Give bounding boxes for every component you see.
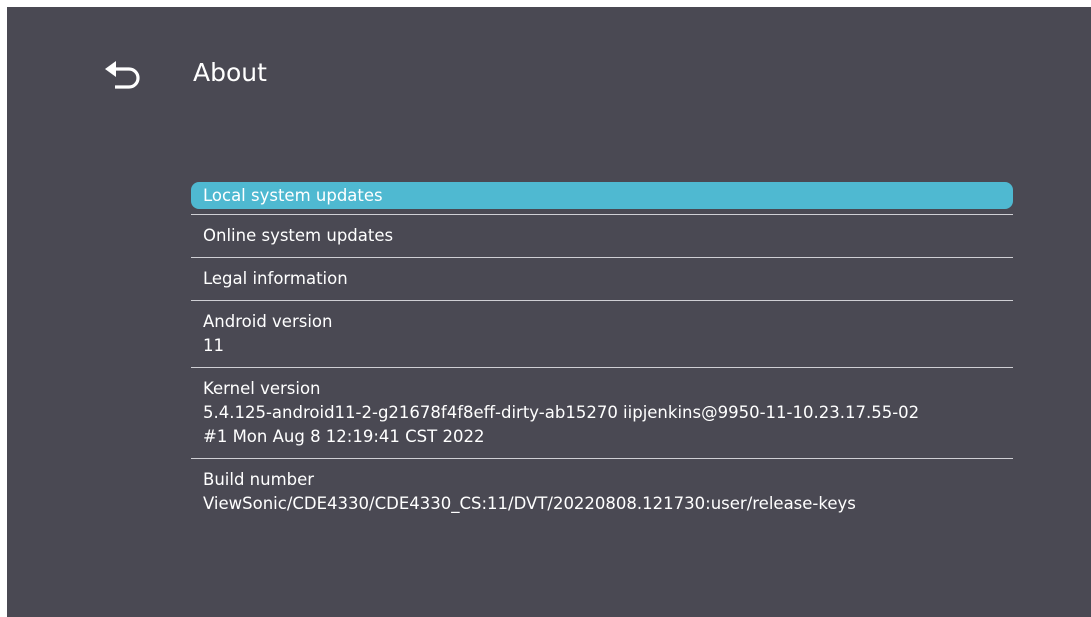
menu-item-label: Online system updates <box>203 226 394 245</box>
android-version-value: 11 <box>203 336 224 355</box>
menu-item-local-system-updates[interactable]: Local system updates <box>191 182 1013 215</box>
menu-item-label: Android version <box>203 312 333 331</box>
menu-item-legal-information[interactable]: Legal information <box>191 258 1013 301</box>
menu-item-label: Kernel version <box>203 379 321 398</box>
menu-item-android-version[interactable]: Android version 11 <box>191 301 1013 368</box>
menu-item-label: Local system updates <box>203 186 383 205</box>
menu-item-label: Build number <box>203 470 315 489</box>
kernel-version-value: 5.4.125-android11-2-g21678f4f8eff-dirty-… <box>203 403 920 446</box>
menu-item-build-number[interactable]: Build number ViewSonic/CDE4330/CDE4330_C… <box>191 459 1013 525</box>
undo-arrow-icon <box>99 57 143 91</box>
menu-item-online-system-updates[interactable]: Online system updates <box>191 215 1013 258</box>
menu-item-label: Legal information <box>203 269 348 288</box>
about-menu-list: Local system updates Online system updat… <box>191 182 1013 525</box>
about-screen: About Local system updates Online system… <box>7 7 1091 617</box>
build-number-value: ViewSonic/CDE4330/CDE4330_CS:11/DVT/2022… <box>203 494 856 513</box>
back-button[interactable] <box>99 57 143 91</box>
page-title: About <box>193 58 267 87</box>
menu-item-kernel-version[interactable]: Kernel version 5.4.125-android11-2-g2167… <box>191 368 1013 459</box>
